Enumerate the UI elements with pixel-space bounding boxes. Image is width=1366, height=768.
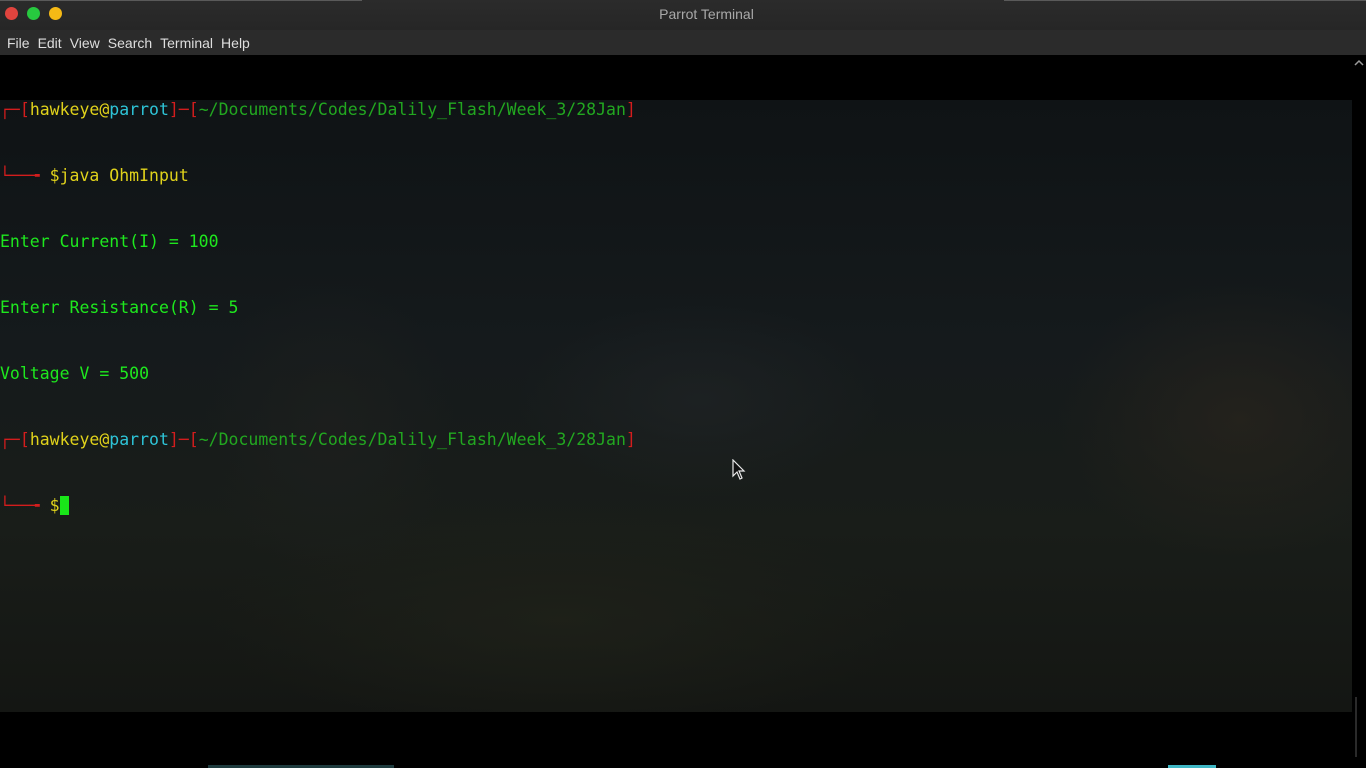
menu-search[interactable]: Search — [101, 35, 152, 51]
menu-view[interactable]: View — [63, 35, 100, 51]
prompt-at: @ — [99, 100, 110, 119]
mouse-pointer-icon — [732, 459, 746, 480]
command-text: java OhmInput — [59, 166, 189, 185]
scrollbar[interactable] — [1352, 55, 1366, 768]
prompt-host: parrot — [109, 430, 169, 449]
scrollbar-thumb[interactable] — [1355, 697, 1357, 757]
title-bar-edge — [0, 0, 362, 1]
menu-edit[interactable]: Edit — [31, 35, 62, 51]
chevron-up-icon[interactable] — [1354, 58, 1364, 69]
prompt-path: ~/Documents/Codes/Dalily_Flash/Week_3/28… — [198, 430, 626, 449]
output-line: Voltage V = 500 — [0, 364, 150, 383]
command-line: └──╼ $java OhmInput — [0, 166, 189, 185]
prompt-symbol: $ — [49, 496, 60, 515]
prompt-at: @ — [99, 430, 110, 449]
title-bar-edge — [1004, 0, 1366, 1]
menu-terminal[interactable]: Terminal — [153, 35, 213, 51]
command-line: └──╼ $ — [0, 495, 636, 517]
output-line: Enterr Resistance(R) = 5 — [0, 298, 239, 317]
prompt-line: ┌─[hawkeye@parrot]─[~/Documents/Codes/Da… — [0, 430, 636, 449]
prompt-path: ~/Documents/Codes/Dalily_Flash/Week_3/28… — [198, 100, 626, 119]
prompt-user: hawkeye — [29, 430, 100, 449]
terminal-output: ┌─[hawkeye@parrot]─[~/Documents/Codes/Da… — [0, 55, 636, 561]
text-cursor — [59, 496, 69, 515]
prompt-user: hawkeye — [29, 100, 100, 119]
output-line: Enter Current(I) = 100 — [0, 232, 219, 251]
prompt-symbol: $ — [49, 166, 60, 185]
menu-bar: File Edit View Search Terminal Help — [0, 30, 1366, 55]
title-bar: Parrot Terminal — [0, 0, 1366, 30]
prompt-host: parrot — [109, 100, 169, 119]
menu-file[interactable]: File — [0, 35, 30, 51]
window-title: Parrot Terminal — [659, 6, 754, 22]
terminal-area[interactable]: ┌─[hawkeye@parrot]─[~/Documents/Codes/Da… — [0, 55, 1352, 768]
menu-help[interactable]: Help — [214, 35, 250, 51]
prompt-line: ┌─[hawkeye@parrot]─[~/Documents/Codes/Da… — [0, 100, 636, 119]
